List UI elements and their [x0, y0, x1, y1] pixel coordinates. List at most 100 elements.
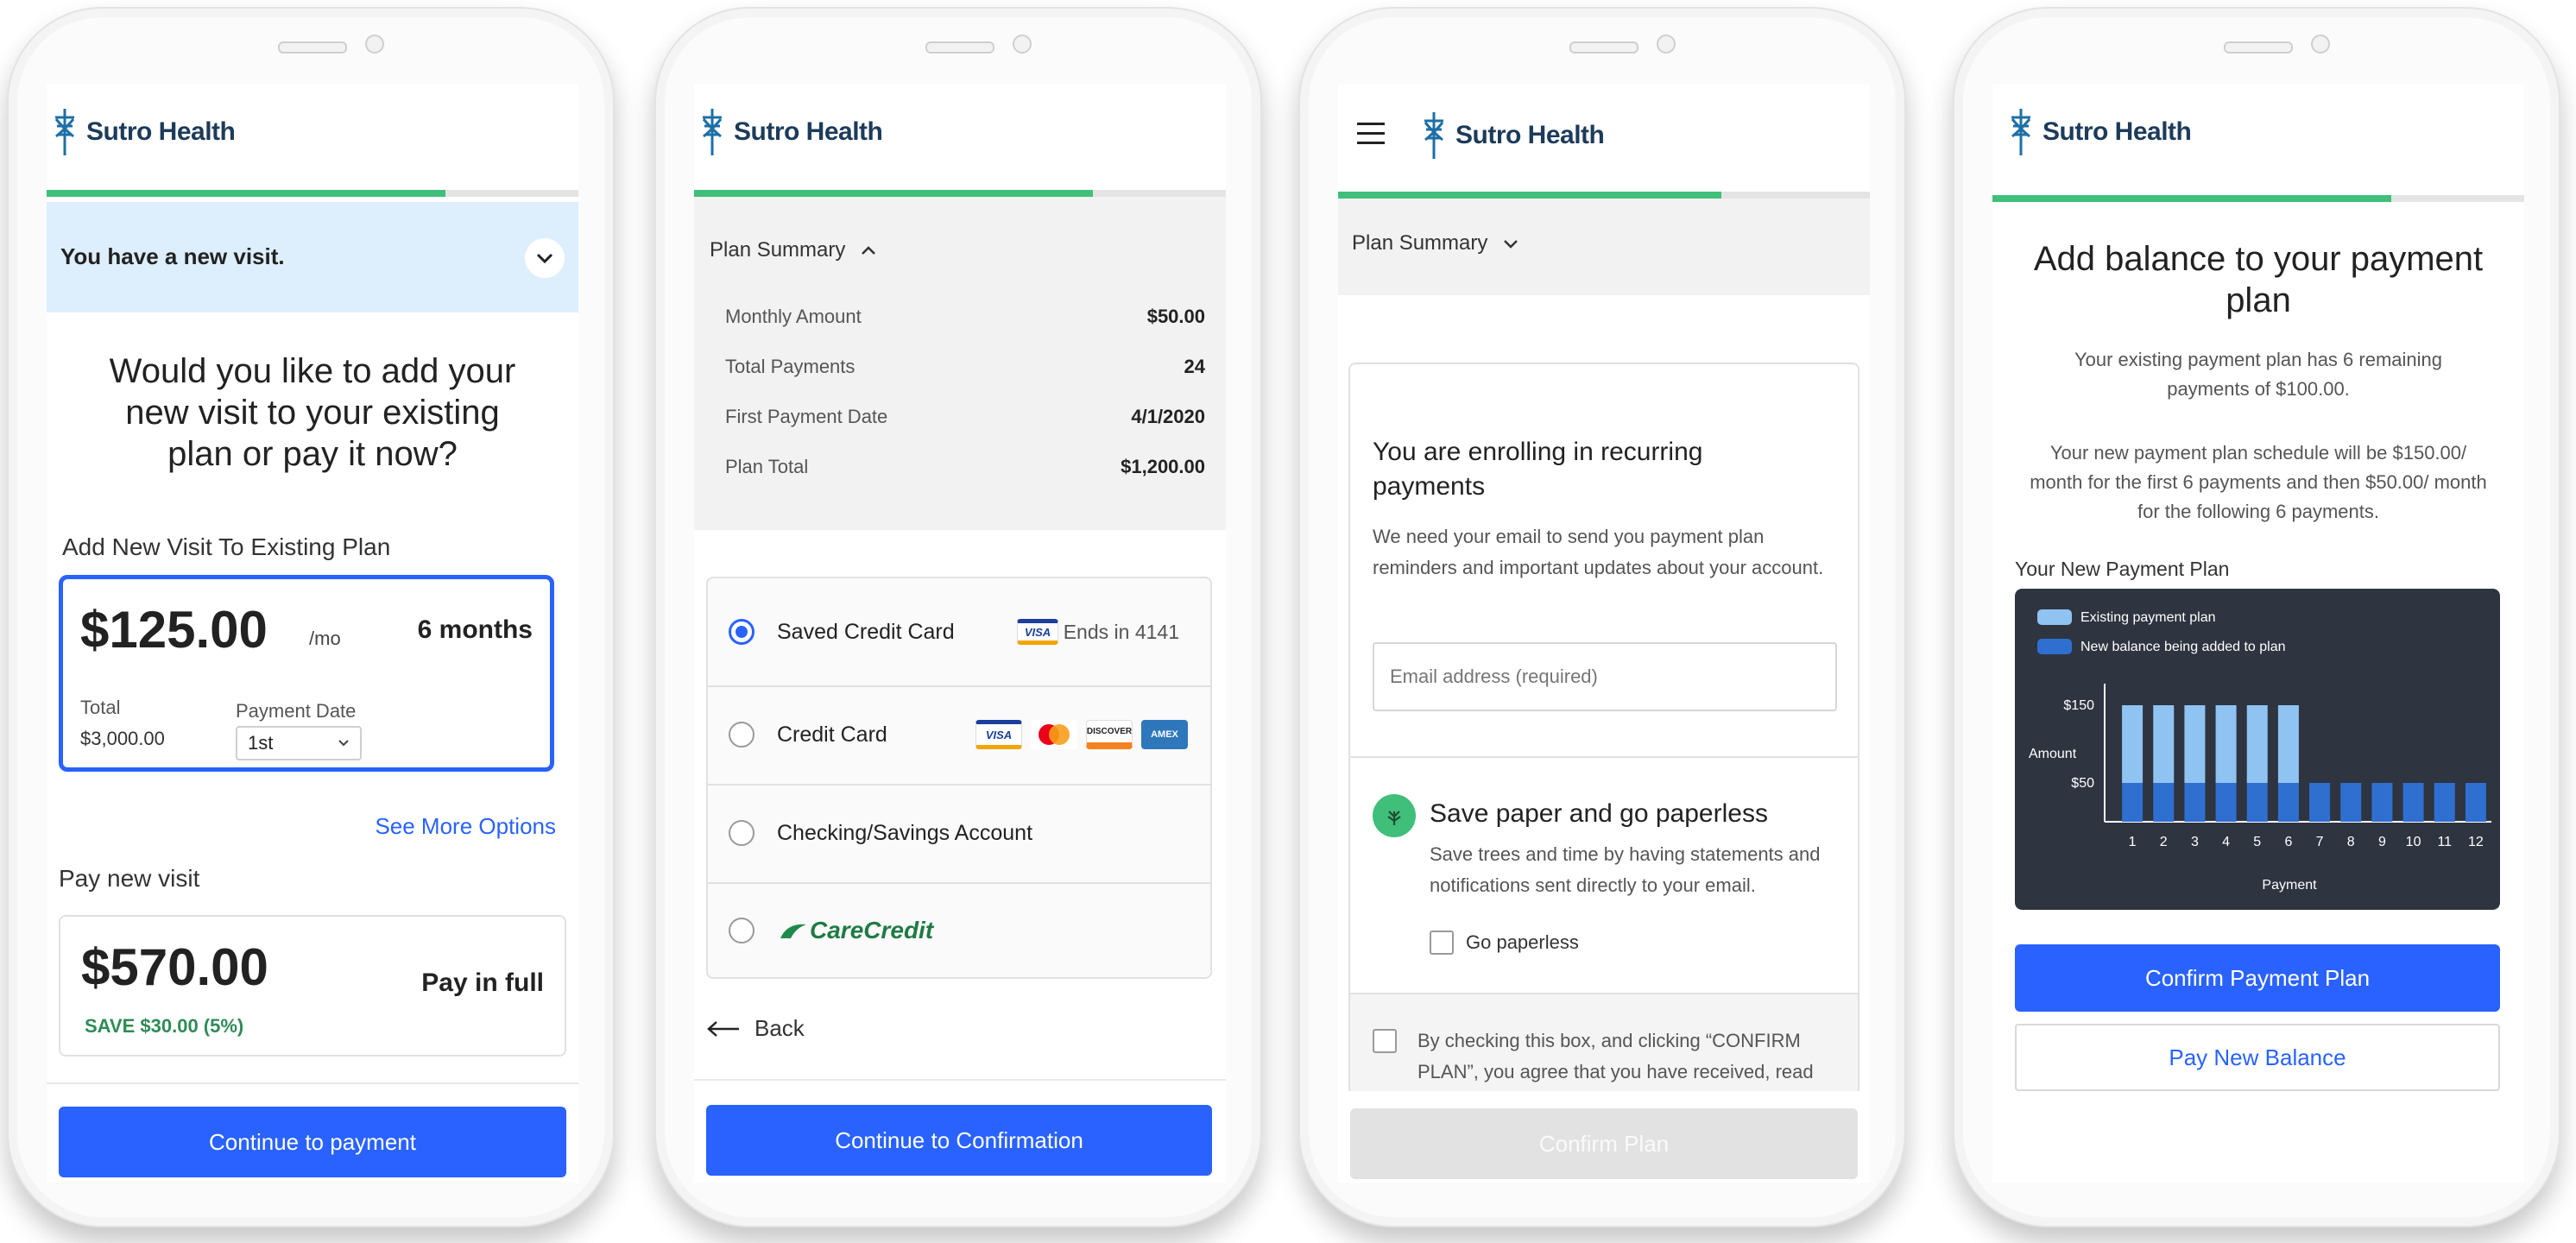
bar-segment	[2153, 705, 2175, 783]
go-paperless-checkbox[interactable]: Go paperless	[1430, 931, 1579, 955]
amex-card-icon: AMEX	[1141, 720, 1188, 749]
payment-plan-chart: Existing payment plan New balance being a…	[2015, 589, 2500, 910]
plan-amount: $125.00	[80, 601, 268, 659]
pay-new-balance-button[interactable]: Pay New Balance	[2015, 1024, 2500, 1091]
bar-segment	[2215, 705, 2237, 783]
brand-name: Sutro Health	[2042, 117, 2192, 146]
plan-total-label: Total	[80, 697, 121, 718]
speaker-grille	[925, 41, 994, 54]
continue-to-payment-button[interactable]: Continue to payment	[59, 1107, 566, 1177]
option-checking-savings[interactable]: Checking/Savings Account	[708, 784, 1210, 884]
existing-plan-text: Your existing payment plan has 6 remaini…	[2074, 349, 2442, 400]
payment-date-select[interactable]: 1st	[236, 726, 362, 760]
summary-row-value: 24	[1184, 356, 1205, 377]
bar-segment	[2371, 783, 2393, 822]
bar-segment	[2246, 783, 2268, 822]
screen-add-visit: Sutro Health You have a new visit. Would…	[47, 85, 578, 1183]
x-tick-label: 6	[2284, 835, 2292, 849]
x-tick-label: 5	[2253, 835, 2261, 849]
plan-summary-toggle[interactable]: Plan Summary	[710, 238, 876, 262]
checkbox[interactable]	[1430, 931, 1454, 955]
option-carecredit[interactable]: CareCredit	[708, 882, 1210, 979]
x-axis-label: Payment	[2262, 878, 2317, 893]
progress-bar	[47, 190, 578, 197]
visa-card-icon: VISA	[1017, 619, 1058, 645]
progress-fill	[1338, 192, 1721, 199]
continue-to-confirmation-button[interactable]: Continue to Confirmation	[706, 1105, 1212, 1176]
consent-checkbox[interactable]	[1373, 1029, 1397, 1053]
carecredit-leaf-icon	[780, 924, 806, 938]
radio-selected[interactable]	[729, 619, 754, 645]
divider	[47, 1082, 578, 1084]
option-saved-credit-card[interactable]: Saved Credit Card VISA Ends in 4141	[708, 578, 1210, 687]
screen-add-balance: Sutro Health Add balance to your payment…	[1992, 85, 2524, 1183]
x-tick-label: 10	[2406, 835, 2421, 849]
divider	[1350, 756, 1858, 758]
plan-summary-bar[interactable]: Plan Summary	[1338, 199, 1870, 295]
existing-plan-option[interactable]: $125.00 /mo 6 months Total $3,000.00 Pay…	[59, 575, 554, 772]
radio-unselected[interactable]	[729, 722, 754, 748]
see-more-options-link[interactable]: See More Options	[375, 813, 556, 840]
x-tick-label: 9	[2378, 835, 2386, 849]
plan-summary-label: Plan Summary	[1352, 231, 1488, 255]
alert-text: You have a new visit.	[60, 243, 285, 269]
back-link[interactable]: Back	[706, 1015, 805, 1042]
chart-heading: Your New Payment Plan	[2015, 558, 2230, 580]
option-credit-card[interactable]: Credit Card VISA DISCOVER AMEX	[708, 685, 1210, 786]
plan-total-value: $3,000.00	[80, 728, 165, 749]
bar-segment	[2277, 783, 2299, 822]
phone-frame-4: Sutro Health Add balance to your payment…	[1953, 7, 2560, 1227]
x-tick-label: 8	[2347, 835, 2355, 849]
bar-segment	[2246, 705, 2268, 783]
plan-duration: 6 months	[417, 615, 533, 644]
radio-unselected[interactable]	[729, 918, 754, 943]
y-axis-label: Amount	[2029, 747, 2077, 761]
bar-segment	[2184, 783, 2206, 822]
confirm-payment-plan-button[interactable]: Confirm Payment Plan	[2015, 944, 2500, 1012]
new-plan-text: Your new payment plan schedule will be $…	[2030, 442, 2487, 522]
card-brands: VISA DISCOVER AMEX	[975, 720, 1188, 749]
bar-segment	[2434, 783, 2455, 822]
carecredit-logo: CareCredit	[810, 917, 934, 943]
option-label: Checking/Savings Account	[777, 820, 1033, 845]
page-title: Add balance to your payment plan	[2033, 240, 2484, 319]
legend-label: Existing payment plan	[2080, 610, 2216, 625]
summary-row: First Payment Date 4/1/2020	[725, 406, 1205, 456]
chevron-down-icon	[338, 740, 349, 747]
bar-segment	[2215, 783, 2237, 822]
brand-logo[interactable]: Sutro Health	[2008, 107, 2192, 157]
paperless-title: Save paper and go paperless	[1430, 799, 1768, 828]
email-input[interactable]	[1373, 642, 1837, 711]
brand-logo[interactable]: Sutro Health	[1421, 110, 1605, 161]
pay-in-full-option[interactable]: $570.00 Pay in full SAVE $30.00 (5%)	[59, 915, 566, 1057]
hamburger-menu-icon[interactable]	[1357, 123, 1385, 144]
bar-segment	[2340, 783, 2362, 822]
option-label: Saved Credit Card	[777, 619, 955, 644]
summary-row-label: Plan Total	[725, 456, 809, 477]
chevron-down-icon[interactable]	[525, 238, 565, 278]
new-visit-alert[interactable]: You have a new visit.	[47, 202, 578, 312]
phone-frame-2: Sutro Health Plan Summary Monthly Amount…	[654, 7, 1262, 1227]
brand-logo[interactable]: Sutro Health	[52, 107, 236, 157]
mastercard-icon	[1031, 720, 1077, 749]
plan-summary-toggle[interactable]: Plan Summary	[1352, 231, 1518, 256]
bar-segment	[2122, 783, 2144, 822]
brand-name: Sutro Health	[734, 117, 883, 146]
bar-segment	[2465, 783, 2486, 822]
discover-card-icon: DISCOVER	[1086, 720, 1133, 749]
plan-per-month: /mo	[309, 628, 341, 649]
progress-fill	[47, 190, 445, 197]
front-camera	[2311, 35, 2330, 54]
brand-name: Sutro Health	[86, 117, 236, 146]
bar-segment	[2122, 705, 2144, 783]
option-label: Credit Card	[777, 722, 887, 747]
brand-logo[interactable]: Sutro Health	[699, 107, 883, 157]
arrow-left-icon	[707, 1020, 739, 1037]
x-tick-label: 11	[2437, 835, 2452, 849]
radio-unselected[interactable]	[729, 820, 754, 846]
bar-segment	[2184, 705, 2206, 783]
confirm-plan-button[interactable]: Confirm Plan	[1350, 1108, 1858, 1179]
legend-swatch	[2037, 639, 2072, 654]
visa-card-icon: VISA	[975, 720, 1022, 749]
screen-enroll: Sutro Health Plan Summary You are enroll…	[1338, 85, 1870, 1183]
